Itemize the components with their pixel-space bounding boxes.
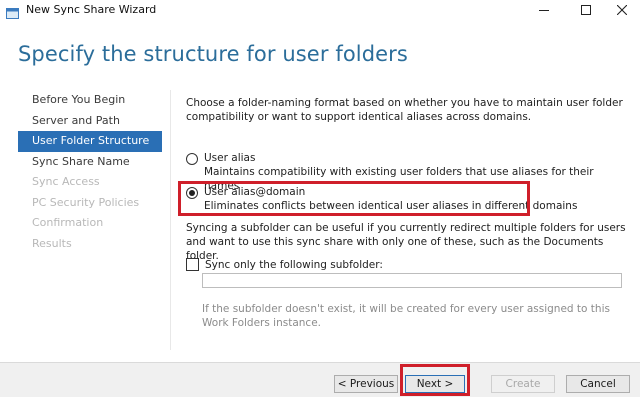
- nav-step-confirmation: Confirmation: [32, 216, 104, 229]
- title-bar: New Sync Share Wizard: [0, 0, 640, 20]
- wizard-app-icon: [6, 4, 19, 19]
- cancel-button[interactable]: Cancel: [566, 375, 630, 393]
- nav-step-results: Results: [32, 236, 72, 250]
- nav-step-server-and-path[interactable]: Server and Path: [18, 111, 162, 132]
- next-button-highlight-box: [400, 364, 470, 396]
- maximize-button[interactable]: [566, 0, 606, 20]
- maximize-icon: [581, 5, 591, 15]
- close-button[interactable]: [602, 0, 640, 20]
- subfolder-path-input[interactable]: [202, 273, 622, 288]
- sync-subfolder-label: Sync only the following subfolder:: [205, 258, 383, 271]
- wizard-footer: < Previous Next > Create Cancel: [0, 362, 640, 397]
- create-button: Create: [491, 375, 555, 393]
- sync-subfolder-checkbox-row[interactable]: Sync only the following subfolder:: [186, 258, 383, 271]
- subfolder-hint: If the subfolder doesn't exist, it will …: [202, 303, 610, 329]
- page-title: Specify the structure for user folders: [18, 42, 408, 66]
- user-alias-radio[interactable]: [186, 153, 198, 165]
- nav-step-before-you-begin[interactable]: Before You Begin: [18, 90, 162, 111]
- nav-step-pc-security-policies: PC Security Policies: [32, 195, 140, 209]
- nav-divider: [170, 90, 171, 350]
- sync-subfolder-description: Syncing a subfolder can be useful if you…: [186, 222, 626, 262]
- nav-step-sync-share-name[interactable]: Sync Share Name: [18, 152, 162, 173]
- minimize-icon: [539, 10, 549, 11]
- nav-step-user-folder-structure[interactable]: User Folder Structure: [18, 131, 162, 152]
- close-icon: [617, 5, 627, 15]
- previous-button[interactable]: < Previous: [334, 375, 398, 393]
- wizard-steps-nav: Before You Begin Server and Path User Fo…: [18, 90, 162, 254]
- intro-text: Choose a folder-naming format based on w…: [186, 97, 623, 123]
- sync-subfolder-checkbox[interactable]: [186, 258, 199, 271]
- user-alias-label: User alias: [204, 152, 256, 164]
- minimize-button[interactable]: [524, 0, 564, 20]
- option-highlight-box: [178, 181, 530, 216]
- nav-step-sync-access: Sync Access: [32, 175, 100, 188]
- window-title: New Sync Share Wizard: [26, 3, 157, 16]
